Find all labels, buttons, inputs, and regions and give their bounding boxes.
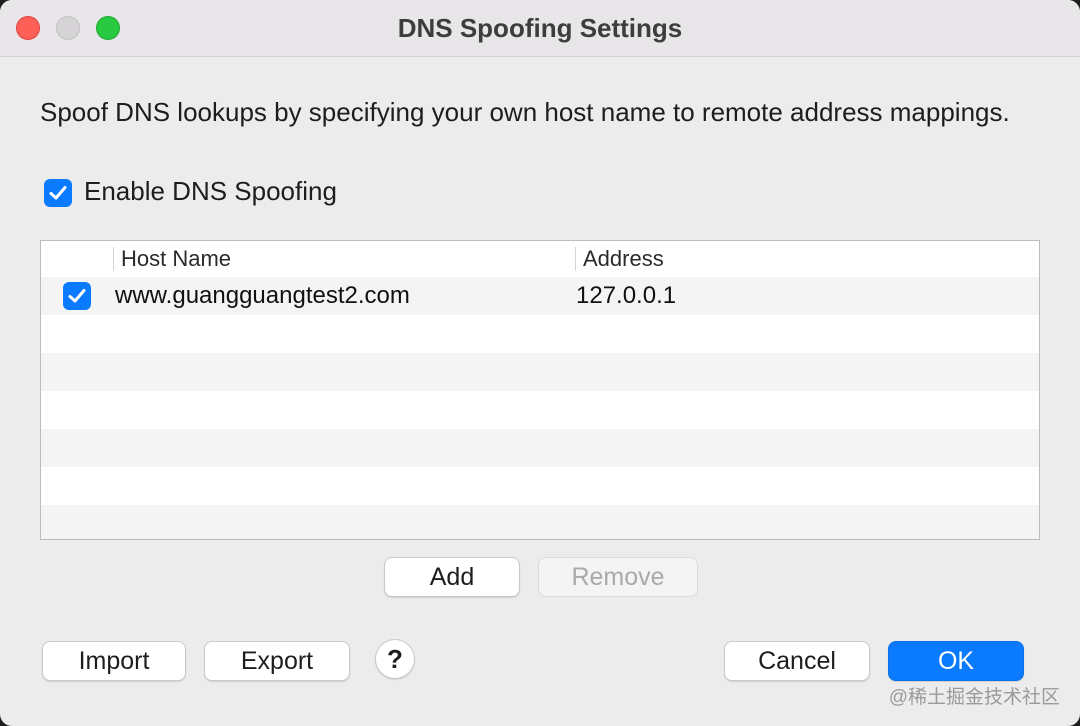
cancel-button[interactable]: Cancel — [724, 641, 870, 681]
column-divider[interactable] — [575, 247, 576, 271]
column-header-host-name[interactable]: Host Name — [121, 241, 231, 277]
column-divider[interactable] — [113, 247, 114, 271]
empty-row — [41, 467, 1039, 505]
empty-row — [41, 429, 1039, 467]
checkmark-icon — [49, 186, 67, 200]
import-button[interactable]: Import — [42, 641, 186, 681]
export-button[interactable]: Export — [204, 641, 350, 681]
address-cell[interactable]: 127.0.0.1 — [576, 277, 676, 315]
window-title: DNS Spoofing Settings — [397, 13, 683, 43]
description-text: Spoof DNS lookups by specifying your own… — [40, 97, 1010, 127]
add-button[interactable]: Add — [384, 557, 520, 597]
ok-button[interactable]: OK — [888, 641, 1024, 681]
column-header-address[interactable]: Address — [583, 241, 664, 277]
empty-row — [41, 391, 1039, 429]
table-header: Host Name Address — [41, 241, 1039, 278]
empty-row — [41, 315, 1039, 353]
dialog-window: DNS Spoofing Settings Spoof DNS lookups … — [0, 0, 1080, 726]
checkmark-icon — [68, 289, 86, 303]
host-name-cell[interactable]: www.guangguangtest2.com — [115, 277, 410, 315]
enable-dns-spoofing-label[interactable]: Enable DNS Spoofing — [84, 176, 337, 207]
table-row[interactable]: www.guangguangtest2.com 127.0.0.1 — [41, 277, 1039, 315]
empty-row — [41, 353, 1039, 391]
title-bar: DNS Spoofing Settings — [0, 0, 1080, 57]
enable-dns-spoofing-checkbox[interactable] — [44, 179, 72, 207]
help-button[interactable]: ? — [375, 639, 415, 679]
remove-button: Remove — [538, 557, 698, 597]
empty-row — [41, 505, 1039, 539]
watermark-text: @稀土掘金技术社区 — [888, 687, 1060, 708]
mappings-table: Host Name Address www.guangguangtest2.co… — [40, 240, 1040, 540]
row-enabled-checkbox[interactable] — [63, 282, 91, 310]
